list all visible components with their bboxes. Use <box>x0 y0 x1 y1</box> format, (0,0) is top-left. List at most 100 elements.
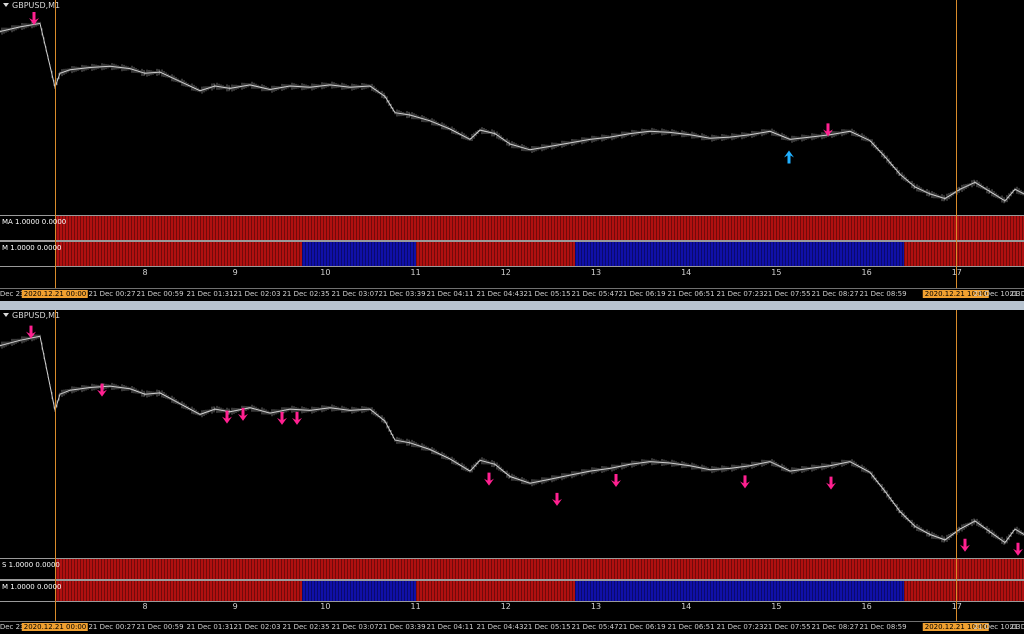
indicator-segment <box>575 242 904 266</box>
hour-label: 16 <box>861 268 872 277</box>
sell-arrow-icon <box>826 476 836 490</box>
price-chart[interactable] <box>0 0 1024 215</box>
indicator-segment <box>56 581 302 601</box>
indicator-segment <box>416 242 575 266</box>
indicator-s[interactable]: S 1.0000 0.0000 <box>0 558 1024 580</box>
hour-label: 11 <box>410 268 421 277</box>
time-axis-label: 21 Dec 03:07 <box>331 623 379 631</box>
sell-arrow-icon <box>277 411 287 425</box>
time-axis-label: 21 Dec 07:55 <box>763 290 811 298</box>
time-axis-label: 21 Dec 06:19 <box>618 623 666 631</box>
hour-label: 12 <box>500 602 511 611</box>
time-axis-label: 21 Dec 03:07 <box>331 290 379 298</box>
price-series-line <box>0 22 1024 202</box>
sell-arrow-icon <box>292 411 302 425</box>
time-axis-label: 21 Dec 02:35 <box>282 623 330 631</box>
indicator-m[interactable]: M 1.0000 0.0000 <box>0 580 1024 602</box>
hour-label: 12 <box>500 268 511 277</box>
time-axis-label: 21 Dec 05:15 <box>523 290 571 298</box>
window-splitter[interactable] <box>0 301 1024 310</box>
time-axis-label: 21 Dec 08:27 <box>811 623 859 631</box>
sell-arrow-icon <box>222 410 232 424</box>
period-separator-line <box>956 0 957 288</box>
period-separator-line <box>55 310 56 621</box>
time-axis-label: 21 Dec 01:31 <box>186 290 234 298</box>
hour-label: 14 <box>681 268 692 277</box>
indicator-segment <box>56 216 1024 240</box>
indicator-segment <box>56 242 302 266</box>
time-axis-label: 21 Dec 00:27 <box>88 623 136 631</box>
hour-labels: 891011121314151617 <box>0 267 1024 281</box>
time-axis-label: 21 Dec 02:35 <box>282 290 330 298</box>
sell-arrow-icon <box>97 383 107 397</box>
time-axis-label: 21 Dec 01:31 <box>186 623 234 631</box>
indicator-segment <box>302 581 416 601</box>
sell-arrow-icon <box>26 325 36 339</box>
indicator-label: M 1.0000 0.0000 <box>2 583 62 591</box>
hour-label: 15 <box>771 268 782 277</box>
indicator-histogram <box>56 242 1024 266</box>
indicator-segment <box>302 242 416 266</box>
chart-window-bottom[interactable]: GBPUSD,M1 S 1.0000 0.0000 M 1.0000 0.000… <box>0 310 1024 634</box>
sell-arrow-icon <box>960 538 970 552</box>
time-axis[interactable]: 18 Dec 23:52020.12.21 00:0021 Dec 00:272… <box>0 288 1024 301</box>
hour-label: 10 <box>320 602 331 611</box>
indicator-segment <box>56 559 1024 579</box>
time-axis-label: 21 Dec 06:19 <box>618 290 666 298</box>
candle-ticks <box>0 21 1024 204</box>
buy-arrow-icon <box>784 150 794 164</box>
price-series-line <box>0 335 1024 544</box>
time-axis-label: 21 Dec 02:03 <box>233 290 281 298</box>
time-axis-label: 21 Dec 00:59 <box>136 290 184 298</box>
time-axis-label: 21 Dec 07:55 <box>763 623 811 631</box>
indicator-segment <box>904 242 1024 266</box>
time-axis-label: 21 Dec 07:23 <box>716 623 764 631</box>
hour-label: 14 <box>681 602 692 611</box>
hour-label: 13 <box>590 268 602 277</box>
sell-arrow-icon <box>552 492 562 506</box>
time-axis-highlight-label: 2020.12.21 00:00 <box>21 290 89 298</box>
sell-arrow-icon <box>1013 542 1023 556</box>
hour-label: 13 <box>590 602 602 611</box>
indicator-m[interactable]: M 1.0000 0.0000 <box>0 241 1024 267</box>
indicator-histogram <box>56 559 1024 579</box>
chart-window-top[interactable]: GBPUSD,M1 MA 1.0000 0.0000 M 1.0000 0.00… <box>0 0 1024 301</box>
indicator-label: MA 1.0000 0.0000 <box>2 218 67 226</box>
time-axis-label: 21 De <box>1009 290 1024 298</box>
sell-arrow-icon <box>611 473 621 487</box>
time-axis-label: 21 Dec 03:39 <box>378 623 426 631</box>
hour-label: 8 <box>142 268 148 277</box>
indicator-histogram <box>56 581 1024 601</box>
time-axis[interactable]: 18 Dec 23:52020.12.21 00:0021 Dec 00:272… <box>0 621 1024 634</box>
indicator-histogram <box>56 216 1024 240</box>
hour-label: 9 <box>232 268 238 277</box>
indicator-segment <box>904 581 1024 601</box>
hour-label: 10 <box>320 268 331 277</box>
time-axis-label: 21 Dec 08:59 <box>859 623 907 631</box>
time-axis-label: 21 Dec 04:11 <box>426 290 474 298</box>
price-chart[interactable] <box>0 310 1024 558</box>
indicator-ma[interactable]: MA 1.0000 0.0000 <box>0 215 1024 241</box>
time-axis-label: 21 Dec 07:23 <box>716 290 764 298</box>
time-axis-label: 21 Dec 08:59 <box>859 290 907 298</box>
sell-arrow-icon <box>484 472 494 486</box>
indicator-label: M 1.0000 0.0000 <box>2 244 62 252</box>
time-axis-label: 21 Dec 05:47 <box>571 290 619 298</box>
candle-ticks <box>0 334 1024 545</box>
hour-label: 15 <box>771 602 782 611</box>
indicator-segment <box>416 581 575 601</box>
time-axis-label: 21 Dec 08:27 <box>811 290 859 298</box>
hour-label: 8 <box>142 602 148 611</box>
time-axis-label: 21 Dec 00:27 <box>88 290 136 298</box>
time-axis-label: 21 Dec 05:15 <box>523 623 571 631</box>
hour-label: 16 <box>861 602 872 611</box>
time-axis-label: 21 Dec 04:43 <box>476 290 524 298</box>
time-axis-label: 21 Dec 04:43 <box>476 623 524 631</box>
hour-label: 9 <box>232 602 238 611</box>
time-axis-label: 21 De <box>1009 623 1024 631</box>
time-axis-label: 21 Dec 04:11 <box>426 623 474 631</box>
time-axis-label: 21 Dec 03:39 <box>378 290 426 298</box>
sell-arrow-icon <box>29 12 39 26</box>
time-axis-highlight-label: 2020.12.21 00:00 <box>21 623 89 631</box>
sell-arrow-icon <box>740 475 750 489</box>
